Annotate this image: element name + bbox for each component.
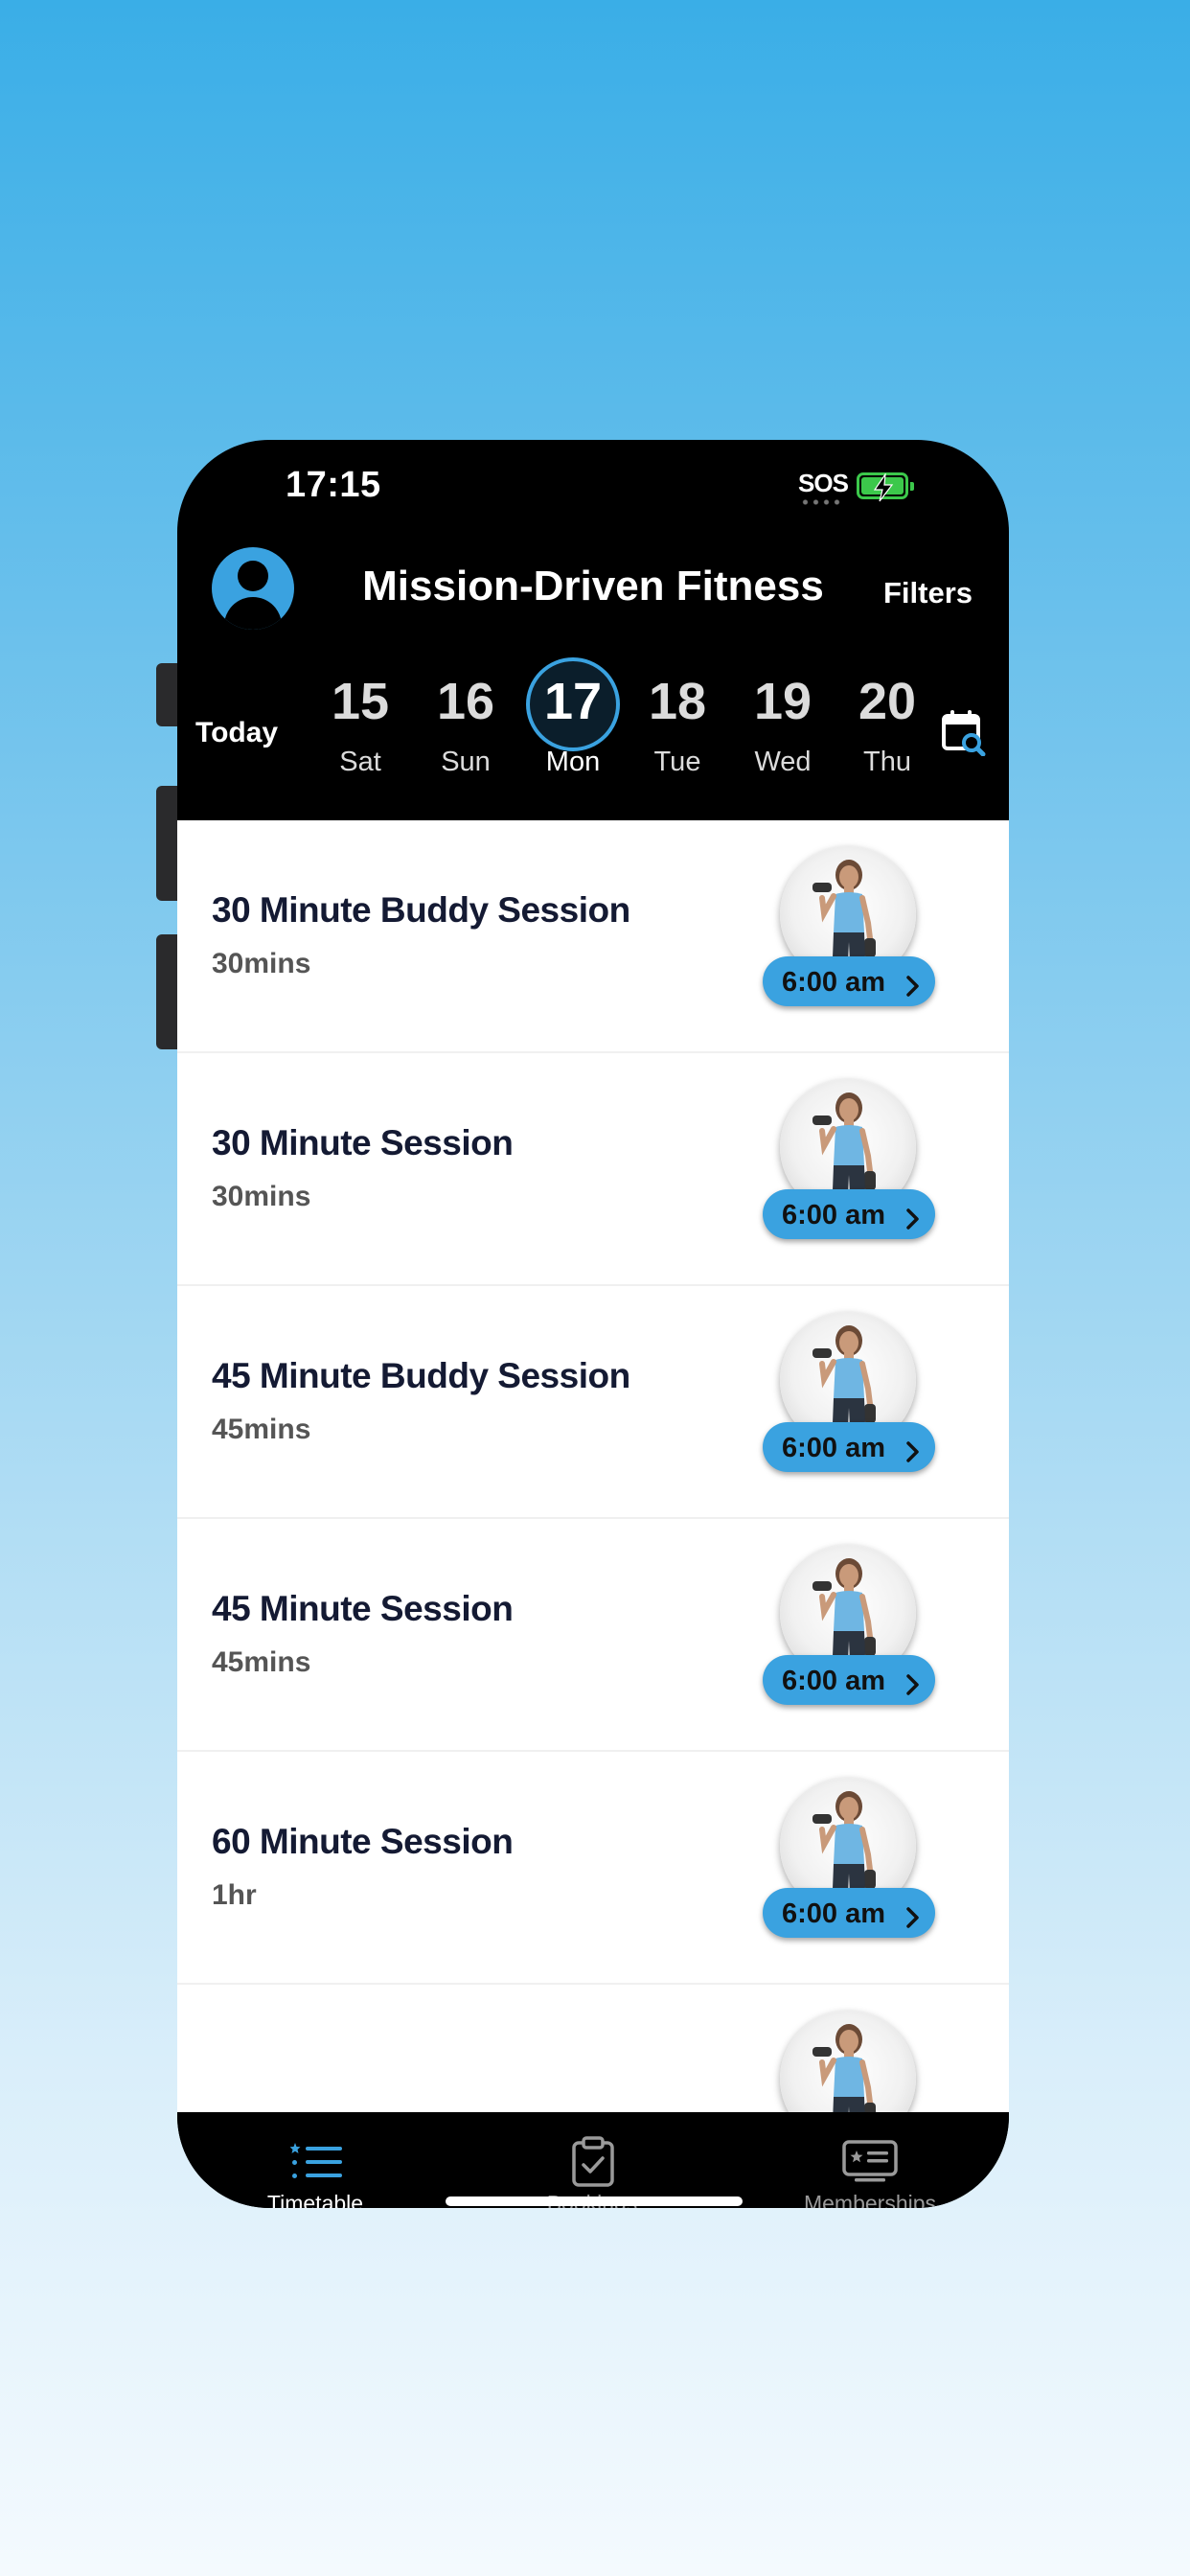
- membership-card-icon: [841, 2139, 899, 2188]
- chevron-right-icon: [905, 973, 921, 1004]
- date-day-18[interactable]: 18 Tue: [625, 658, 730, 778]
- chevron-right-icon: [905, 1438, 921, 1470]
- session-row-partial[interactable]: [177, 1985, 1009, 2112]
- tab-label: Timetable: [266, 2191, 364, 2208]
- session-duration: 45mins: [212, 1646, 311, 1678]
- session-time-button[interactable]: 6:00 am: [763, 1422, 935, 1472]
- session-time: 6:00 am: [782, 1200, 886, 1230]
- day-name: Sun: [441, 747, 491, 777]
- instructor-photo: [780, 2011, 916, 2112]
- chevron-right-icon: [905, 1904, 921, 1936]
- phone-volume-up-button: [156, 786, 177, 901]
- day-name: Sat: [339, 747, 381, 777]
- session-list[interactable]: 30 Minute Buddy Session 30mins 6:00 am 30 M…: [177, 820, 1009, 2112]
- list-icon: [289, 2141, 344, 2188]
- date-day-19[interactable]: 19 Wed: [730, 658, 835, 778]
- session-time-button[interactable]: 6:00 am: [763, 956, 935, 1006]
- chevron-right-icon: [905, 1671, 921, 1703]
- session-duration: 45mins: [212, 1414, 311, 1445]
- phone-screen: 17:15 SOS Mission-Driven Fitness Filters…: [177, 440, 1009, 2208]
- session-row[interactable]: 60 Minute Session 1hr 6:00 am: [177, 1752, 1009, 1985]
- sos-indicator: SOS: [798, 469, 849, 497]
- session-duration: 30mins: [212, 948, 311, 979]
- day-name: Thu: [863, 747, 911, 777]
- session-row[interactable]: 45 Minute Session 45mins 6:00 am: [177, 1519, 1009, 1752]
- day-number: 17: [543, 673, 603, 730]
- session-name: 60 Minute Session: [212, 1822, 514, 1861]
- chevron-right-icon: [905, 1206, 921, 1237]
- calendar-search-icon[interactable]: [941, 708, 987, 761]
- session-time: 6:00 am: [782, 967, 886, 998]
- session-duration: 30mins: [212, 1181, 311, 1212]
- session-name: 30 Minute Buddy Session: [212, 890, 630, 930]
- session-name: 45 Minute Buddy Session: [212, 1356, 630, 1395]
- status-time: 17:15: [286, 465, 381, 505]
- session-row[interactable]: 45 Minute Buddy Session 45mins 6:00 am: [177, 1286, 1009, 1519]
- status-bar: 17:15 SOS: [177, 440, 1009, 536]
- home-indicator[interactable]: [446, 2196, 743, 2206]
- day-name: Mon: [545, 747, 601, 777]
- tab-bar: Timetable Bookings: [177, 2112, 1009, 2208]
- day-number: 20: [858, 673, 917, 730]
- day-number: 16: [436, 673, 495, 730]
- session-row[interactable]: 30 Minute Session 30mins 6:00 am: [177, 1053, 1009, 1286]
- filters-button[interactable]: Filters: [883, 576, 973, 610]
- day-number: 15: [331, 673, 390, 730]
- session-name: 30 Minute Session: [212, 1123, 514, 1162]
- session-time-button[interactable]: 6:00 am: [763, 1655, 935, 1705]
- session-time: 6:00 am: [782, 1666, 886, 1696]
- date-day-16[interactable]: 16 Sun: [413, 658, 518, 778]
- session-time: 6:00 am: [782, 1898, 886, 1929]
- battery-charging-icon: [857, 472, 914, 502]
- day-number: 19: [753, 673, 812, 730]
- session-row[interactable]: 30 Minute Buddy Session 30mins 6:00 am: [177, 820, 1009, 1053]
- phone-mute-switch: [156, 663, 177, 726]
- day-name: Tue: [653, 747, 701, 777]
- day-name: Wed: [754, 747, 812, 777]
- tab-label: Memberships: [803, 2191, 937, 2208]
- date-day-17[interactable]: 17 Mon: [520, 658, 626, 778]
- clipboard-check-icon: [571, 2135, 615, 2192]
- session-name: 45 Minute Session: [212, 1589, 514, 1628]
- signal-dots-icon: [800, 499, 842, 505]
- session-time-button[interactable]: 6:00 am: [763, 1189, 935, 1239]
- day-number: 18: [648, 673, 707, 730]
- today-button[interactable]: Today: [195, 717, 278, 749]
- date-day-20[interactable]: 20 Thu: [835, 658, 940, 778]
- session-duration: 1hr: [212, 1879, 257, 1911]
- phone-volume-down-button: [156, 934, 177, 1049]
- date-day-15[interactable]: 15 Sat: [308, 658, 413, 778]
- session-time: 6:00 am: [782, 1433, 886, 1463]
- session-time-button[interactable]: 6:00 am: [763, 1888, 935, 1938]
